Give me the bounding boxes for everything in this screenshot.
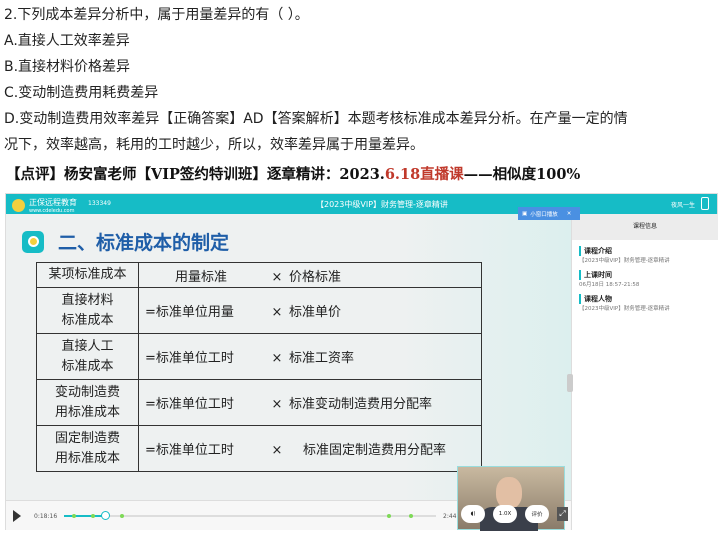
mini-label: 小窗口播放 xyxy=(530,211,558,218)
section-text: 06月18日 18:57-21:58 xyxy=(579,282,640,288)
standard-cost-table: 某项标准成本 用量标准 × 价格标准直接材料 标准成本 =标准单位用量 × 标准单价直接人工… xyxy=(36,262,482,472)
brand-logo: 正保远程教育 www.cdeledu.com xyxy=(12,197,77,214)
formula-part: =标准单位用量 xyxy=(145,305,234,320)
comment-suffix: ——相似度100% xyxy=(463,166,581,183)
progress-bar[interactable] xyxy=(64,511,436,520)
marker xyxy=(72,514,76,518)
collapse-handle[interactable] xyxy=(567,374,573,392)
question-stem: 2.下列成本差异分析中，属于用量差异的有（ ）。 xyxy=(4,7,309,23)
info-time: 上课时间 06月18日 18:57-21:58 xyxy=(579,270,718,288)
marker xyxy=(387,514,391,518)
section-text: 【2023中级VIP】财务管理-逐章精讲 xyxy=(579,306,670,312)
section-title: 上课时间 xyxy=(579,270,718,280)
formula-part: =标准单位工时 xyxy=(145,351,234,366)
slide-title: 二、标准成本的制定 xyxy=(58,232,230,254)
username: 夜风一生 xyxy=(671,202,696,209)
marker xyxy=(409,514,413,518)
course-info-panel: 课程信息 课程介绍【2023中级VIP】财务管理-逐章精讲 上课时间 06月18日… xyxy=(567,214,718,530)
volume-button[interactable]: ◖) xyxy=(461,505,485,523)
marker xyxy=(91,514,95,518)
formula-cell: =标准单位工时 × 标准工资率 xyxy=(138,333,482,380)
formula-part: 价格标准 xyxy=(289,269,342,285)
comment-live: 直播课 xyxy=(420,166,464,183)
table-row: 固定制造费 用标准成本 =标准单位工时 × 标准固定制造费用分配率 xyxy=(36,425,482,472)
formula-cell: =标准单位用量 × 标准单价 xyxy=(138,287,482,334)
info-intro: 课程介绍【2023中级VIP】财务管理-逐章精讲 xyxy=(579,246,718,264)
cost-item: 固定制造费 用标准成本 xyxy=(36,425,139,472)
mobile-icon[interactable] xyxy=(701,197,709,210)
logo-icon xyxy=(12,199,25,212)
player-header: 正保远程教育 www.cdeledu.com 133349 【2023中级VIP】… xyxy=(6,194,717,214)
option-c: C.变动制造费用耗费差异 xyxy=(4,85,159,101)
formula-cell: 用量标准 × 价格标准 xyxy=(138,262,482,288)
times-sign: × xyxy=(271,397,283,412)
cost-item: 某项标准成本 xyxy=(36,262,139,288)
window-icon: ▣ xyxy=(522,210,528,217)
table-row: 直接材料 标准成本 =标准单位用量 × 标准单价 xyxy=(36,287,482,334)
table-row: 某项标准成本 用量标准 × 价格标准 xyxy=(36,262,482,288)
times-sign: × xyxy=(271,269,283,285)
speed-button[interactable]: 1.0X xyxy=(493,505,517,523)
course-id: 133349 xyxy=(88,200,111,207)
cost-item: 直接人工 标准成本 xyxy=(36,333,139,380)
close-icon[interactable]: ✕ xyxy=(567,211,572,217)
formula-part: 标准工资率 xyxy=(289,351,355,366)
info-people: 课程人物【2023中级VIP】财务管理-逐章精讲 xyxy=(579,294,718,312)
slide-content: 二、标准成本的制定 某项标准成本 用量标准 × 价格标准 直接材料 标准成本 =标准单位用… xyxy=(6,214,571,500)
cost-item: 直接材料 标准成本 xyxy=(36,287,139,334)
logo-text: 正保远程教育 xyxy=(29,198,77,207)
section-title: 课程介绍 xyxy=(579,246,718,256)
progress-fill xyxy=(64,515,105,517)
times-sign: × xyxy=(271,351,283,366)
formula-cell: =标准单位工时 × 标准固定制造费用分配率 xyxy=(138,425,482,472)
video-player: 正保远程教育 www.cdeledu.com 133349 【2023中级VIP】… xyxy=(5,193,718,531)
table-row: 直接人工 标准成本 =标准单位工时 × 标准工资率 xyxy=(36,333,482,380)
cost-item: 变动制造费 用标准成本 xyxy=(36,379,139,426)
play-icon[interactable] xyxy=(13,510,21,522)
formula-part: =标准单位工时 xyxy=(145,443,234,458)
times-sign: × xyxy=(271,305,283,320)
formula-part: 标准变动制造费用分配率 xyxy=(289,397,433,412)
formula-part: 用量标准 xyxy=(175,269,228,285)
marker xyxy=(120,514,124,518)
formula-cell: =标准单位工时 × 标准变动制造费用分配率 xyxy=(138,379,482,426)
comment-date: 6.18 xyxy=(384,166,421,183)
section-title: 课程人物 xyxy=(579,294,718,304)
progress-handle[interactable] xyxy=(100,511,110,520)
section-text: 【2023中级VIP】财务管理-逐章精讲 xyxy=(579,258,670,264)
table-row: 变动制造费 用标准成本 =标准单位工时 × 标准变动制造费用分配率 xyxy=(36,379,482,426)
rating-button[interactable]: 评价 xyxy=(525,505,549,523)
option-a: A.直接人工效率差异 xyxy=(4,33,130,49)
fullscreen-icon[interactable]: ⤢ xyxy=(557,507,568,521)
answer-continuation: 况下，效率越高，耗用的工时越少，所以，效率差异属于用量差异。 xyxy=(4,137,424,153)
comment-prefix: 【点评】杨安富老师【VIP签约特训班】逐章精讲：2023. xyxy=(6,166,385,183)
mini-window-button[interactable]: ▣ 小窗口播放 ✕ xyxy=(518,207,580,220)
formula-part: 标准固定制造费用分配率 xyxy=(303,443,447,458)
video-title: 【2023中级VIP】财务管理-逐章精讲 xyxy=(316,200,448,209)
formula-part: 标准单价 xyxy=(289,305,342,320)
comment-line: 【点评】杨安富老师【VIP签约特训班】逐章精讲：2023.6.18直播课——相似… xyxy=(6,163,580,184)
option-b: B.直接材料价格差异 xyxy=(4,59,131,75)
times-sign: × xyxy=(271,443,283,458)
option-d-answer: D.变动制造费用效率差异【正确答案】AD【答案解析】本题考核标准成本差异分析。在… xyxy=(4,111,628,127)
formula-part: =标准单位工时 xyxy=(145,397,234,412)
bullet-icon xyxy=(22,230,44,253)
current-time: 0:18:16 xyxy=(34,513,58,520)
panel-header: 课程信息 xyxy=(572,214,718,240)
